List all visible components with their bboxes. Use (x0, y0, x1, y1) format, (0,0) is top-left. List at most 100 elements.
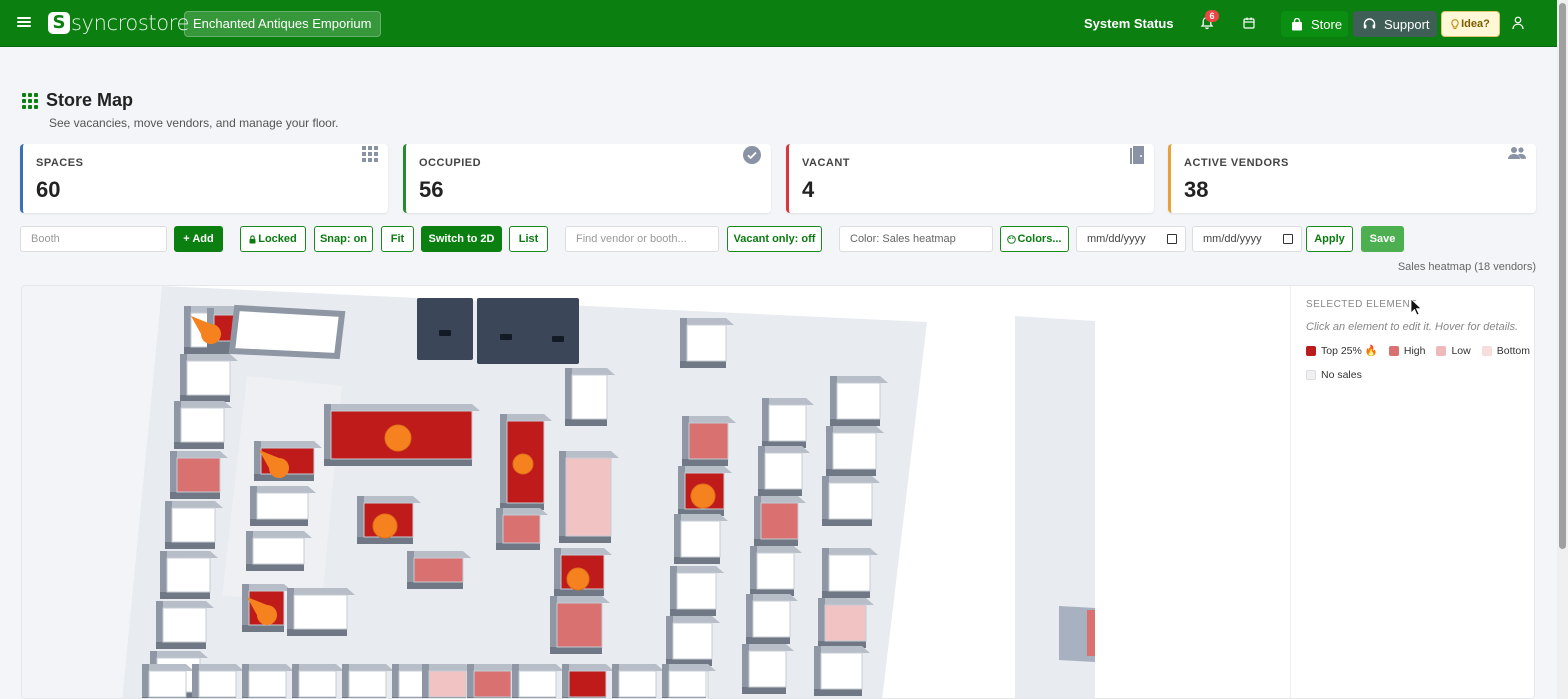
logo[interactable]: S syncrostore (48, 11, 189, 35)
annex-booth (1087, 610, 1095, 656)
locked-toggle[interactable]: Locked (240, 226, 306, 252)
booth-left-1-wall (180, 354, 187, 402)
booth-col2-0-top (680, 318, 734, 325)
legend-label: Top 25% 🔥 (1321, 345, 1378, 357)
menu-icon[interactable] (17, 15, 31, 29)
booth-col4-0 (836, 382, 881, 420)
booth-bottom-3 (298, 670, 337, 698)
booth-col4-0-wall (830, 376, 837, 426)
locked-label: Locked (258, 233, 297, 245)
booth-col4-0-base (830, 419, 880, 426)
stat-label: SPACES (36, 157, 84, 169)
store-name-badge[interactable]: Enchanted Antiques Emporium (184, 11, 381, 37)
booth-mid-0-wall (357, 496, 364, 544)
booth-col2-1-wall (682, 416, 689, 466)
booth-col3-2-top (754, 496, 806, 503)
snap-toggle[interactable]: Snap: on (314, 226, 373, 252)
booth-small-0-top (554, 548, 612, 555)
apply-button[interactable]: Apply (1306, 226, 1353, 252)
booth-col3-1-top (758, 446, 810, 453)
booth-col3-5-wall (742, 644, 749, 694)
booth-col2-3-top (674, 514, 728, 521)
booth-mid-1-base (407, 582, 463, 589)
booth-small-1-base (550, 647, 602, 654)
top-navbar: S syncrostore Enchanted Antiques Emporiu… (0, 0, 1568, 47)
booth-inner-2 (252, 537, 305, 565)
booth-bottom-5-wall (392, 664, 399, 698)
booth-inner-2-top (246, 531, 312, 538)
store-button[interactable]: Store (1281, 11, 1348, 37)
mouse-cursor-icon (1410, 298, 1422, 316)
idea-button[interactable]: Idea? (1441, 11, 1500, 37)
system-status-link[interactable]: System Status (1084, 16, 1174, 31)
list-button[interactable]: List (509, 226, 548, 252)
add-button[interactable]: + Add (174, 226, 223, 252)
scrollbar-thumb[interactable] (1559, 3, 1566, 549)
booth-center-wall (324, 404, 331, 466)
booth-stack-0 (571, 374, 608, 420)
booth-bottom-11-wall (662, 664, 669, 698)
booth-left-4 (171, 507, 216, 543)
end-date-placeholder: mm/dd/yyyy (1203, 233, 1262, 245)
booth-col5-0 (828, 554, 871, 592)
legend-label: Low (1451, 344, 1471, 357)
booth-left-5 (166, 557, 211, 593)
color-mode-select[interactable]: Color: Sales heatmap (839, 226, 993, 252)
legend-swatch (1306, 345, 1316, 356)
booth-stack-0-wall (565, 368, 572, 426)
user-icon[interactable] (1512, 16, 1524, 30)
start-date-input[interactable]: mm/dd/yyyy (1076, 226, 1186, 252)
switch-2d-button[interactable]: Switch to 2D (421, 226, 502, 252)
vacant-only-toggle[interactable]: Vacant only: off (727, 226, 822, 252)
booth-left-7-top (150, 651, 208, 658)
end-date-input[interactable]: mm/dd/yyyy (1192, 226, 1302, 252)
booth-col2-3 (680, 520, 721, 558)
display-fixture-0 (417, 298, 473, 360)
colors-button[interactable]: Colors... (1000, 226, 1069, 252)
support-button[interactable]: Support (1353, 11, 1437, 37)
stat-card-vacant: VACANT 4 (786, 144, 1154, 213)
booth-bottom-4-top (342, 664, 394, 671)
legend-label: Bottom (1496, 344, 1530, 357)
save-button[interactable]: Save (1361, 226, 1404, 252)
booth-col2-3-wall (674, 514, 681, 564)
notification-badge: 6 (1205, 10, 1219, 22)
booth-inner-1 (256, 492, 309, 520)
booth-bottom-2-top (242, 664, 294, 671)
idea-button-label: Idea? (1461, 18, 1490, 30)
search-input[interactable]: Find vendor or booth... (565, 226, 719, 252)
booth-col3-3 (756, 552, 795, 590)
booth-bottom-0-wall (142, 664, 149, 698)
legend-label: High (1403, 344, 1426, 357)
booth-bottom-11-top (662, 664, 714, 671)
legend-item: No sales (1306, 369, 1362, 381)
stat-card-occupied: OCCUPIED 56 (403, 144, 771, 213)
booth-stack-0-top (565, 368, 615, 375)
booth-col2-0-base (680, 361, 726, 368)
display-fixture-1 (477, 298, 579, 364)
check-circle-icon (743, 146, 761, 164)
booth-col4-1-base (826, 469, 876, 476)
calendar-icon[interactable] (1243, 17, 1255, 29)
booth-left-5-top (160, 551, 218, 558)
calendar-icon[interactable] (1167, 234, 1177, 244)
store-map-panel: SELECTED ELEMENT Click an element to edi… (21, 285, 1535, 699)
booth-col3-4 (752, 600, 791, 638)
booth-left-4-base (165, 542, 215, 549)
legend-swatch (1306, 370, 1316, 380)
booth-inner-3-top (242, 584, 292, 591)
booth-left-0-wall (184, 306, 191, 354)
booth-bottom-6-top (422, 664, 474, 671)
page-scrollbar[interactable] (1557, 0, 1568, 699)
booth-col2-1 (688, 422, 729, 460)
booth-col3-4-top (746, 594, 798, 601)
store-map-canvas[interactable] (22, 286, 1290, 699)
stat-label: ACTIVE VENDORS (1184, 157, 1289, 169)
vendor-marker-3 (566, 567, 590, 591)
booth-col2-0-wall (680, 318, 687, 368)
booth-input[interactable]: Booth (20, 226, 167, 252)
calendar-icon[interactable] (1283, 234, 1293, 244)
booth-col5-0-top (822, 548, 878, 555)
booth-col4-2 (828, 482, 873, 520)
fit-button[interactable]: Fit (381, 226, 414, 252)
